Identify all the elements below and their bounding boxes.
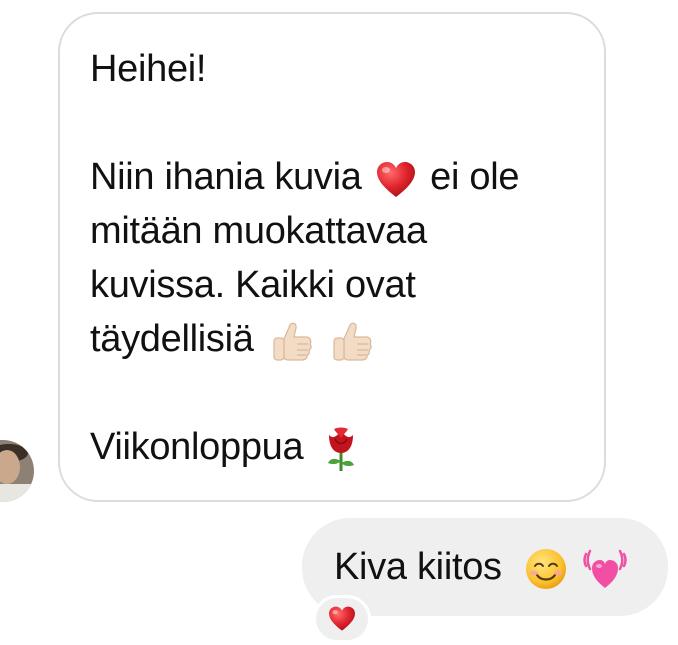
message-line: mitään muokattavaa [90, 204, 574, 258]
avatar-shirt [0, 484, 34, 502]
message-text: Viikonloppua [90, 426, 304, 468]
message-line: täydellisiä [90, 312, 574, 366]
message-line: Niin ihania kuvia ei ole [90, 150, 574, 204]
thumbs-up-icon [330, 319, 374, 363]
message-line: Heihei! [90, 42, 574, 96]
greeting-text: Heihei! [90, 48, 207, 90]
thumbs-up-icon [270, 319, 314, 363]
rose-icon [322, 425, 360, 473]
smiling-face-icon [524, 547, 568, 591]
message-text: kuvissa. Kaikki ovat [90, 264, 416, 306]
beating-pink-heart-icon [582, 548, 628, 590]
message-text: ei ole [430, 156, 520, 198]
message-line: Kiva kiitos [334, 540, 668, 594]
message-text: täydellisiä [90, 318, 254, 360]
red-heart-icon [328, 606, 356, 632]
message-text: mitään muokattavaa [90, 210, 427, 252]
message-reaction[interactable] [313, 595, 371, 643]
message-text: Niin ihania kuvia [90, 156, 362, 198]
sender-avatar[interactable] [0, 440, 34, 502]
message-line: kuvissa. Kaikki ovat [90, 258, 574, 312]
message-line: Viikonloppua [90, 420, 574, 474]
red-heart-icon [376, 160, 416, 198]
message-text: Kiva kiitos [334, 546, 502, 588]
chat-thread: Heihei! Niin ihania kuvia ei ole mitään … [0, 0, 678, 645]
incoming-message-bubble[interactable]: Heihei! Niin ihania kuvia ei ole mitään … [58, 12, 606, 502]
